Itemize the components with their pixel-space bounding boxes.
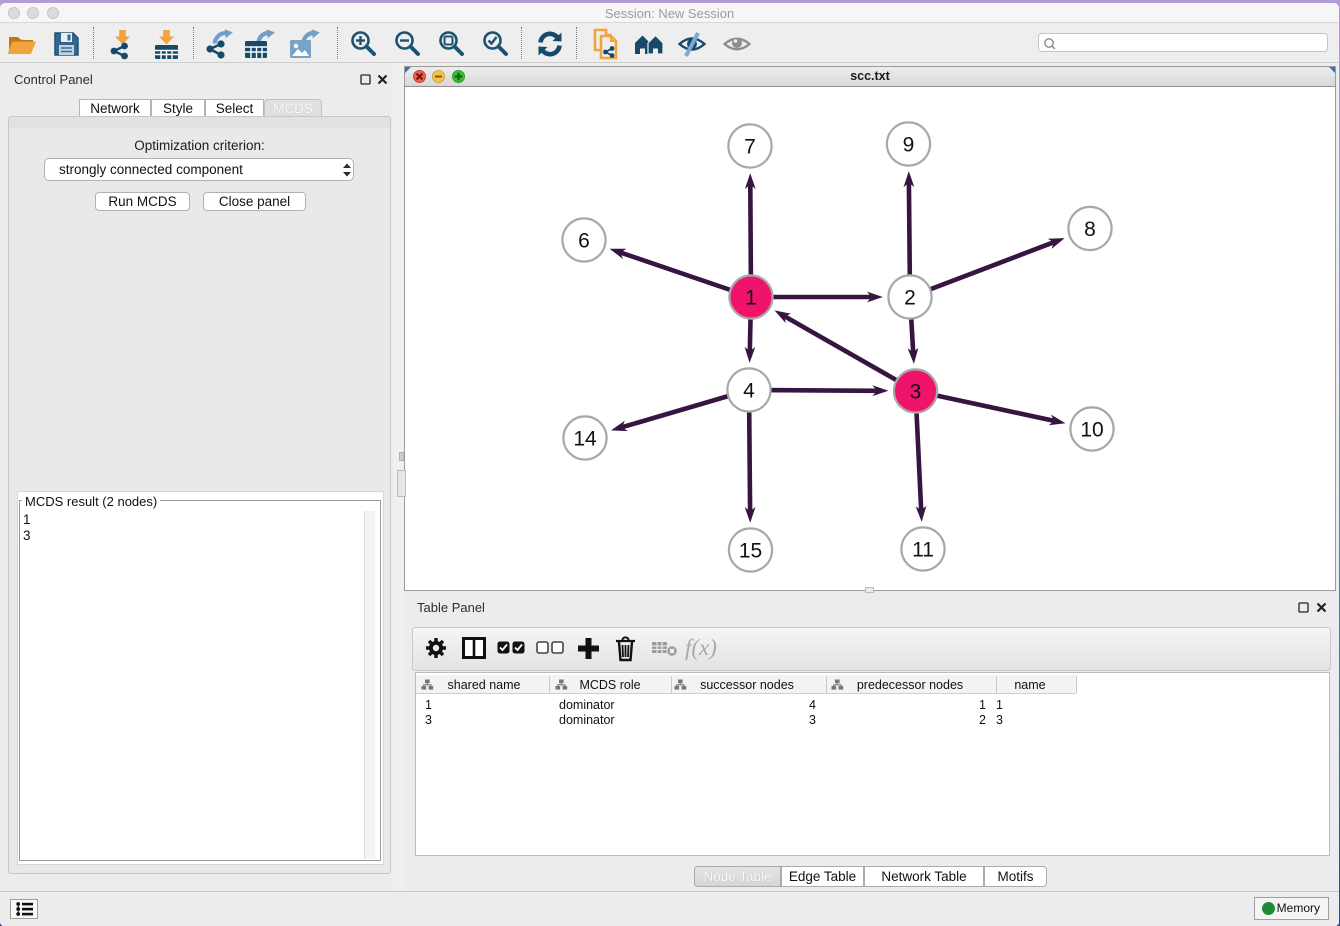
svg-text:10: 10 [1080, 419, 1103, 442]
svg-text:11: 11 [912, 539, 934, 562]
svg-text:14: 14 [573, 428, 597, 451]
svg-text:4: 4 [743, 380, 755, 403]
svg-text:9: 9 [903, 134, 915, 157]
svg-text:f(x): f(x) [685, 635, 717, 660]
svg-text:3: 3 [910, 381, 922, 404]
svg-text:1: 1 [745, 287, 757, 310]
svg-text:8: 8 [1084, 218, 1096, 241]
svg-text:15: 15 [739, 540, 762, 563]
svg-text:6: 6 [578, 230, 590, 253]
svg-text:7: 7 [744, 136, 756, 159]
svg-text:2: 2 [904, 287, 916, 310]
